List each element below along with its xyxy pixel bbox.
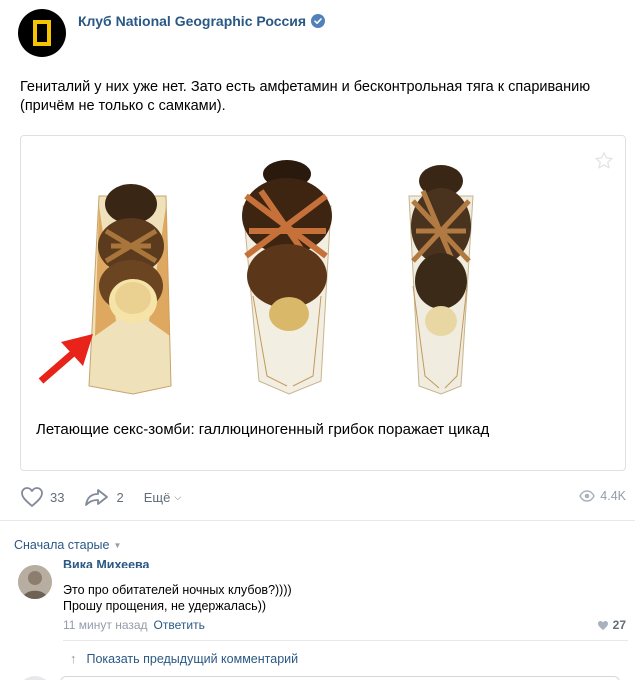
avatar-image <box>18 565 52 599</box>
post-actions: 33 2 Ещё ⌵ 4.4K <box>20 486 626 508</box>
comment-like-button[interactable]: 27 <box>597 618 626 632</box>
divider <box>63 640 628 641</box>
comments-sort[interactable]: Сначала старые ▼ <box>14 538 121 552</box>
star-icon[interactable] <box>593 150 615 172</box>
comment-line-2: Прошу прощения, не удержалась)) <box>63 599 267 613</box>
comment-item: Вика Михеева Это про обитателей ночных к… <box>18 560 628 641</box>
comment-input[interactable] <box>60 676 620 680</box>
chevron-down-icon: ⌵ <box>174 491 182 502</box>
post-header: Клуб National Geographic Россия <box>18 9 326 57</box>
link-card[interactable]: Летающие секс-зомби: галлюциногенный гри… <box>20 135 626 471</box>
card-image[interactable] <box>21 136 625 406</box>
cicada-2 <box>242 160 332 395</box>
comment-author[interactable]: Вика Михеева <box>63 560 150 568</box>
shares-count: 2 <box>116 489 124 505</box>
show-previous-label: Показать предыдущий комментарий <box>86 651 299 666</box>
comment-meta: 11 минут назад Ответить <box>63 618 205 632</box>
heart-icon <box>597 620 608 630</box>
more-button[interactable]: Ещё ⌵ <box>144 490 181 505</box>
views-counter: 4.4K <box>579 489 626 503</box>
sort-label: Сначала старые <box>14 538 110 552</box>
cicada-3 <box>408 165 474 395</box>
heart-icon <box>21 487 43 507</box>
cicada-1 <box>88 184 172 395</box>
avatar[interactable] <box>18 565 52 599</box>
red-arrow <box>38 334 93 384</box>
divider <box>0 520 635 521</box>
card-title[interactable]: Летающие секс-зомби: галлюциногенный гри… <box>36 421 489 438</box>
eye-icon <box>579 490 596 502</box>
likes-count: 33 <box>50 489 65 505</box>
avatar <box>18 676 52 680</box>
chevron-down-icon: ▼ <box>113 540 122 550</box>
comment-time[interactable]: 11 минут назад <box>63 618 148 632</box>
comment-line-1: Это про обитателей ночных клубов?)))) <box>63 583 292 597</box>
views-count: 4.4K <box>600 489 626 503</box>
community-name[interactable]: Клуб National Geographic Россия <box>78 13 306 29</box>
show-previous-comment[interactable]: ↑ Показать предыдущий комментарий <box>70 651 298 666</box>
post-text: Гениталий у них уже нет. Зато есть амфет… <box>20 79 591 114</box>
share-icon <box>85 489 109 506</box>
like-button[interactable]: 33 <box>20 486 64 508</box>
cicadas-image <box>38 160 474 395</box>
arrow-up-icon: ↑ <box>70 651 77 666</box>
reply-button[interactable]: Ответить <box>154 618 205 632</box>
more-label: Ещё <box>143 489 171 505</box>
comment-likes-count: 27 <box>612 618 626 632</box>
community-avatar[interactable] <box>18 9 66 57</box>
natgeo-logo-icon <box>33 20 51 46</box>
verified-icon <box>311 14 326 28</box>
share-button[interactable]: 2 <box>84 487 124 507</box>
comment-text: Это про обитателей ночных клубов?)))) Пр… <box>63 582 292 614</box>
comment-compose <box>0 674 635 680</box>
